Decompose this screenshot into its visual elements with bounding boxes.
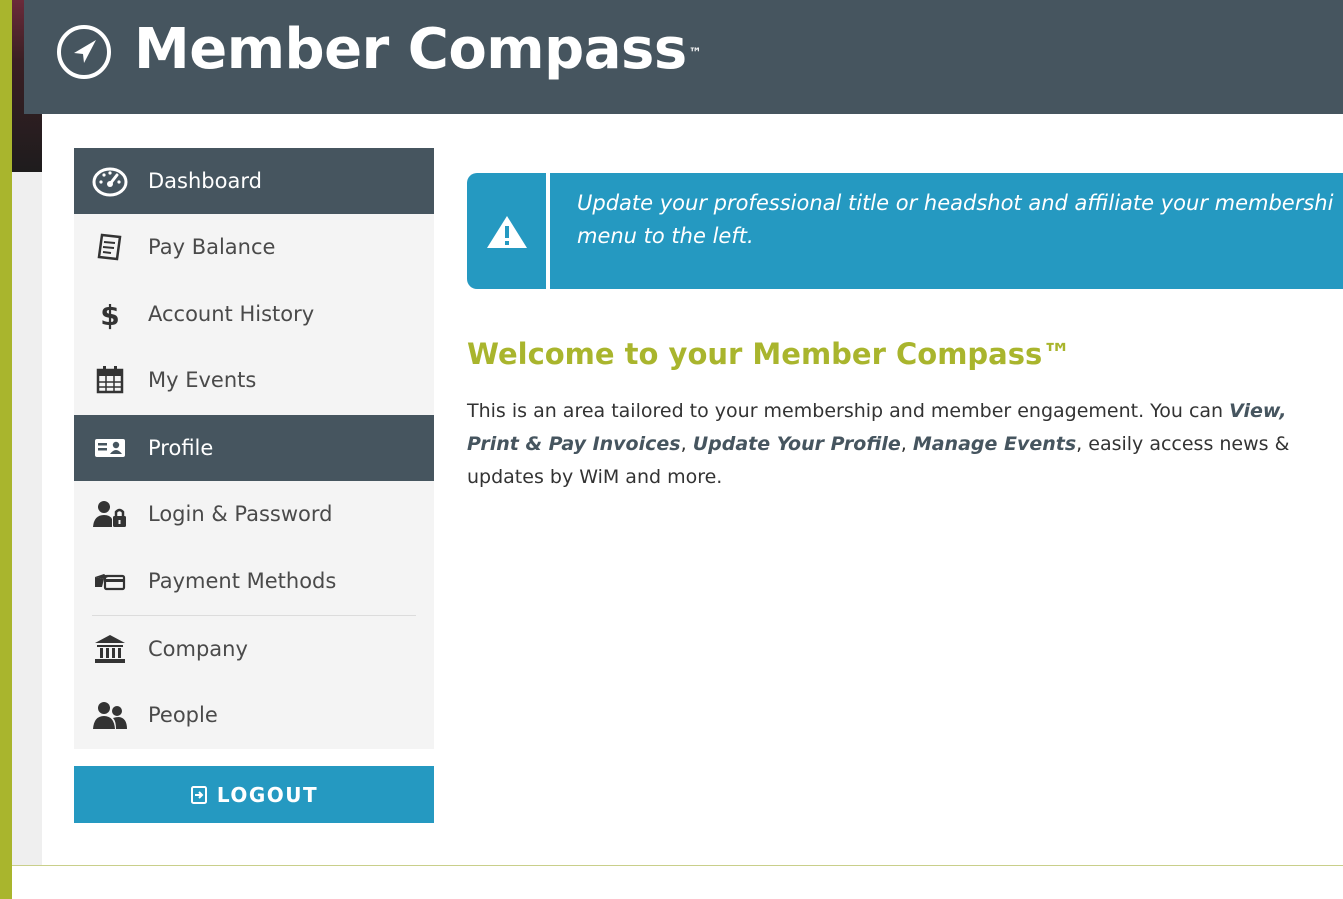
intro-paragraph: This is an area tailored to your members… [467, 395, 1307, 494]
alert-icon-cell [467, 173, 546, 289]
sidebar-item-label: Profile [148, 436, 214, 460]
user-lock-icon [93, 501, 126, 527]
alert-separator [546, 173, 550, 289]
sidebar-item-label: Login & Password [148, 502, 333, 526]
sidebar-item-my-events[interactable]: My Events [74, 347, 434, 413]
svg-text:$: $ [100, 299, 119, 330]
sign-out-icon [190, 785, 207, 804]
bank-building-icon [95, 635, 125, 663]
alert-line-1: Update your professional title or headsh… [577, 191, 1334, 215]
app-title-text: Member Compass [134, 17, 687, 82]
warning-triangle-icon [487, 216, 527, 248]
sidebar-item-label: Pay Balance [148, 235, 276, 259]
logout-button[interactable]: LOGOUT [74, 766, 434, 823]
logout-label: LOGOUT [216, 782, 319, 807]
sidebar-item-label: Dashboard [148, 169, 262, 193]
sidebar-item-profile[interactable]: Profile [74, 415, 434, 481]
sidebar-item-people[interactable]: People [74, 682, 434, 748]
alert-banner: Update your professional title or headsh… [467, 173, 1343, 289]
sidebar-item-label: Payment Methods [148, 569, 337, 593]
update-profile-link[interactable]: Update Your Profile [693, 433, 901, 455]
credit-card-hand-icon [95, 574, 126, 591]
sidebar-nav: Dashboard Pay Balance $ Account History … [74, 148, 434, 749]
compass-arrow-icon [57, 25, 111, 79]
id-card-icon [95, 439, 125, 457]
footer-divider [12, 865, 1343, 866]
users-icon [93, 702, 127, 729]
sidebar-item-login-password[interactable]: Login & Password [74, 481, 434, 547]
trademark-mark: ™ [688, 46, 702, 61]
welcome-heading: Welcome to your Member Compass™ [467, 337, 1072, 371]
separator-text: , [680, 433, 693, 455]
separator-text: , [900, 433, 913, 455]
calendar-icon [96, 366, 124, 394]
sidebar-item-company[interactable]: Company [74, 616, 434, 682]
sidebar-item-label: People [148, 703, 218, 727]
speedometer-icon [92, 167, 128, 197]
intro-text: This is an area tailored to your members… [467, 400, 1230, 422]
alert-line-2: menu to the left. [577, 224, 754, 248]
sidebar-item-dashboard[interactable]: Dashboard [74, 148, 434, 214]
alert-message: Update your professional title or headsh… [577, 187, 1343, 253]
sidebar-item-payment-methods[interactable]: Payment Methods [74, 548, 434, 614]
sidebar-item-account-history[interactable]: $ Account History [74, 281, 434, 347]
invoice-icon [97, 233, 122, 261]
sidebar-item-label: My Events [148, 368, 257, 392]
sidebar-item-label: Company [148, 637, 248, 661]
dollar-icon: $ [100, 299, 119, 330]
app-title[interactable]: Member Compass ™ [134, 14, 702, 86]
manage-events-link[interactable]: Manage Events [913, 433, 1076, 455]
sidebar-item-pay-balance[interactable]: Pay Balance [74, 214, 434, 280]
sidebar-item-label: Account History [148, 302, 315, 326]
